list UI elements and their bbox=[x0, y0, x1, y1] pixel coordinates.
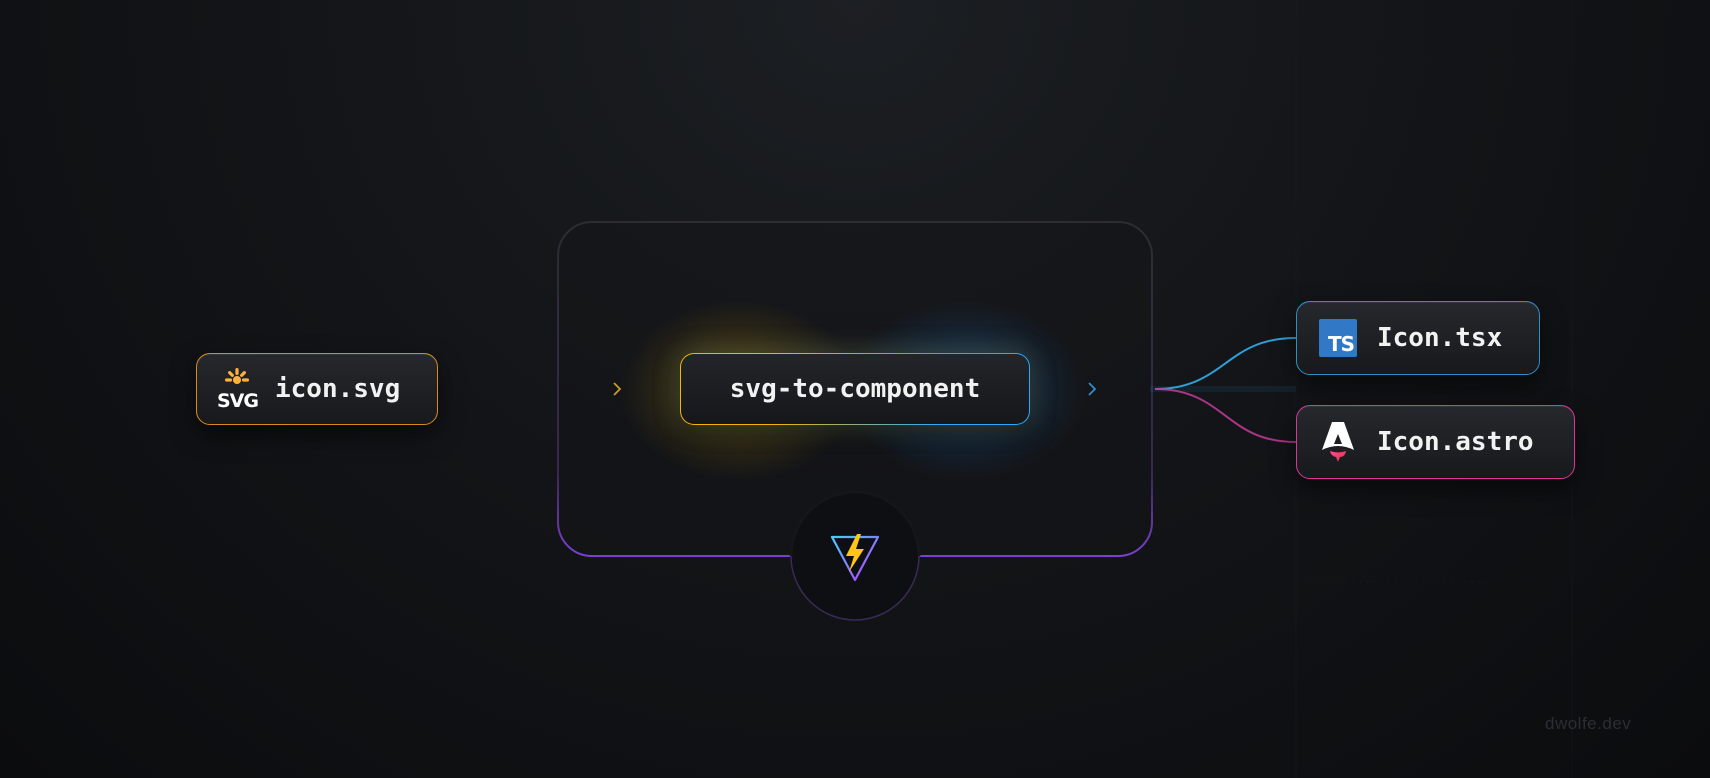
output-tsx-label: Icon.tsx bbox=[1377, 323, 1503, 353]
output-tsx-node[interactable]: TS Icon.tsx bbox=[1296, 301, 1540, 375]
output-astro-node[interactable]: Icon.astro bbox=[1296, 405, 1575, 479]
watermark: dwolfe.dev bbox=[1545, 714, 1632, 733]
transform-node[interactable]: svg-to-component bbox=[680, 353, 1030, 425]
vite-badge bbox=[789, 490, 921, 622]
typescript-icon: TS bbox=[1319, 319, 1357, 357]
svg-logo-icon: SVG bbox=[217, 367, 259, 411]
input-file-label: icon.svg bbox=[275, 374, 401, 404]
transform-label: svg-to-component bbox=[729, 374, 981, 404]
input-file-node[interactable]: SVG icon.svg bbox=[196, 353, 438, 425]
astro-icon bbox=[1319, 420, 1357, 464]
diagram-canvas: SVG icon.svg svg-to-component TS Icon.ts… bbox=[0, 0, 1710, 778]
output-astro-label: Icon.astro bbox=[1377, 427, 1534, 457]
branch-to-astro bbox=[1154, 388, 1297, 443]
branch-to-tsx bbox=[1154, 337, 1297, 390]
background-grid bbox=[1295, 0, 1573, 778]
